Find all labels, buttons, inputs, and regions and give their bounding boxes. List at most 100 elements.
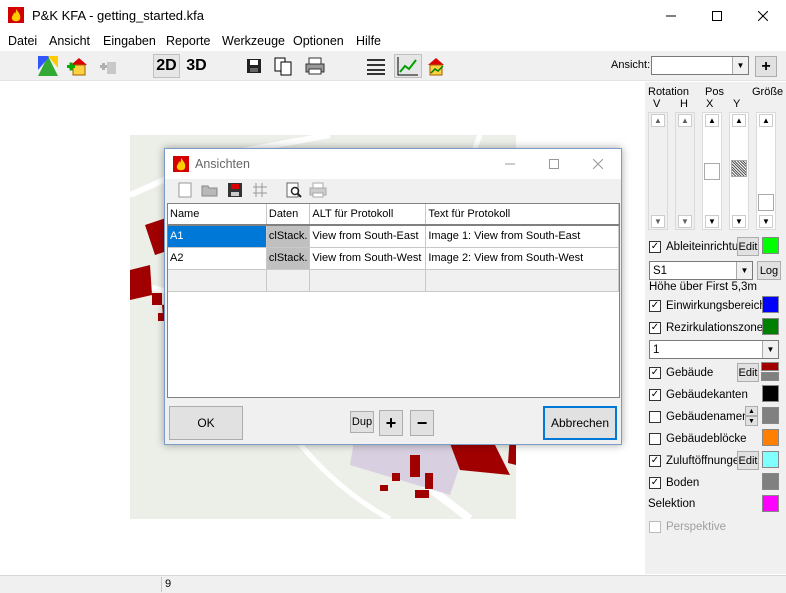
perspektive-checkbox[interactable] [649,521,661,533]
log-button[interactable]: Log [757,261,781,280]
arrow-up-icon[interactable]: ▲ [651,114,665,127]
rotation-h-slider[interactable]: ▲ ▼ [675,112,695,230]
cell-empty[interactable] [309,269,427,292]
cell-text[interactable]: Image 1: View from South-East [425,225,619,248]
boden-color-swatch[interactable] [762,473,779,490]
save-button[interactable] [224,179,246,201]
list-view-button[interactable] [364,54,388,78]
zuluft-checkbox[interactable]: ✓ [649,455,661,467]
dialog-minimize-button[interactable] [487,149,533,179]
menu-werkzeuge[interactable]: Werkzeuge [222,34,285,48]
chart-view-button[interactable] [394,54,422,78]
source-select[interactable]: S1 ▼ [649,261,753,280]
add-building-button[interactable] [66,54,90,78]
menu-hilfe[interactable]: Hilfe [356,34,381,48]
gebaeude-color-swatch-bottom[interactable] [761,372,779,381]
arrow-down-icon[interactable]: ▼ [732,215,746,228]
close-button[interactable] [740,0,786,31]
new-button[interactable] [174,179,196,201]
namen-color-swatch[interactable] [762,407,779,424]
add-row-button[interactable]: + [379,410,403,436]
menu-ansicht[interactable]: Ansicht [49,34,90,48]
slider-thumb[interactable] [731,160,747,177]
copy-button[interactable] [271,54,295,78]
col-alt[interactable]: ALT für Protokoll [309,204,427,226]
zuluft-color-swatch[interactable] [762,451,779,468]
add-view-button[interactable]: + [755,56,777,77]
table-row-empty[interactable] [168,269,619,292]
col-daten[interactable]: Daten [266,204,311,226]
pos-x-slider[interactable]: ▲ ▼ [702,112,722,230]
size-slider[interactable]: ▲ ▼ [756,112,776,230]
cell-text[interactable]: Image 2: View from South-West [425,247,619,270]
col-name[interactable]: Name [168,204,267,226]
cell-alt[interactable]: View from South-East [309,225,427,248]
arrow-down-icon[interactable]: ▼ [651,215,665,228]
menu-datei[interactable]: Datei [8,34,37,48]
gebaeude-edit-button[interactable]: Edit [737,363,759,382]
cancel-button[interactable]: Abbrechen [543,406,617,440]
pos-y-slider[interactable]: ▲ ▼ [729,112,749,230]
kanten-checkbox[interactable]: ✓ [649,389,661,401]
cell-name[interactable]: A1 [168,225,267,248]
arrow-up-icon[interactable]: ▲ [705,114,719,127]
minimize-button[interactable] [648,0,694,31]
perspektive-row[interactable]: Perspektive [649,517,783,537]
menu-optionen[interactable]: Optionen [293,34,344,48]
cell-empty[interactable] [425,269,619,292]
rotation-v-slider[interactable]: ▲ ▼ [648,112,668,230]
arrow-down-icon[interactable]: ▼ [678,215,692,228]
dialog-close-button[interactable] [575,149,621,179]
menu-eingaben[interactable]: Eingaben [103,34,156,48]
save-button[interactable] [242,54,266,78]
view-3d-button[interactable]: 3D [183,54,210,78]
ableit-edit-button[interactable]: Edit [737,237,759,256]
boden-checkbox[interactable]: ✓ [649,477,661,489]
bloecke-color-swatch[interactable] [762,429,779,446]
terrain-button[interactable] [36,54,60,78]
dialog-maximize-button[interactable] [531,149,577,179]
slider-thumb[interactable] [758,194,774,211]
arrow-up-icon[interactable]: ▲ [678,114,692,127]
zuluft-edit-button[interactable]: Edit [737,451,759,470]
einwirkung-checkbox[interactable]: ✓ [649,300,661,312]
namen-checkbox[interactable] [649,411,661,423]
gebaeude-color-swatch-top[interactable] [761,362,779,371]
arrow-down-icon[interactable]: ▼ [705,215,719,228]
namen-spin-down[interactable]: ▼ [745,416,758,426]
print-button[interactable] [307,179,329,201]
table-row[interactable]: A1 clStack. View from South-East Image 1… [168,225,619,248]
views-grid[interactable]: Name Daten ALT für Protokoll Text für Pr… [167,203,620,398]
building-view-button[interactable] [424,54,448,78]
selektion-color-swatch[interactable] [762,495,779,512]
print-preview-button[interactable] [283,179,305,201]
grid-button[interactable] [249,179,271,201]
ok-button[interactable]: OK [169,406,243,440]
gebaeude-checkbox[interactable]: ✓ [649,367,661,379]
cell-empty[interactable] [266,269,311,292]
arrow-up-icon[interactable]: ▲ [759,114,773,127]
col-text[interactable]: Text für Protokoll [425,204,619,226]
cell-alt[interactable]: View from South-West [309,247,427,270]
cell-empty[interactable] [168,269,267,292]
rezirk-checkbox[interactable]: ✓ [649,322,661,334]
remove-row-button[interactable]: − [410,410,434,436]
print-button[interactable] [303,54,327,78]
einwirkung-color-swatch[interactable] [762,296,779,313]
rezirk-select[interactable]: 1 ▼ [649,340,779,359]
menu-reporte[interactable]: Reporte [166,34,210,48]
arrow-down-icon[interactable]: ▼ [759,215,773,228]
cell-daten[interactable]: clStack. [266,247,311,270]
ansicht-select[interactable]: ▼ [651,56,749,75]
cell-name[interactable]: A2 [168,247,267,270]
kanten-color-swatch[interactable] [762,385,779,402]
duplicate-button[interactable]: Dup [350,411,374,433]
cell-daten[interactable]: clStack. [266,225,311,248]
open-button[interactable] [199,179,221,201]
view-2d-button[interactable]: 2D [153,54,180,78]
maximize-button[interactable] [694,0,740,31]
namen-spin-up[interactable]: ▲ [745,406,758,416]
ableit-checkbox[interactable]: ✓ [649,241,661,253]
table-row[interactable]: A2 clStack. View from South-West Image 2… [168,247,619,270]
ableit-color-swatch[interactable] [762,237,779,254]
